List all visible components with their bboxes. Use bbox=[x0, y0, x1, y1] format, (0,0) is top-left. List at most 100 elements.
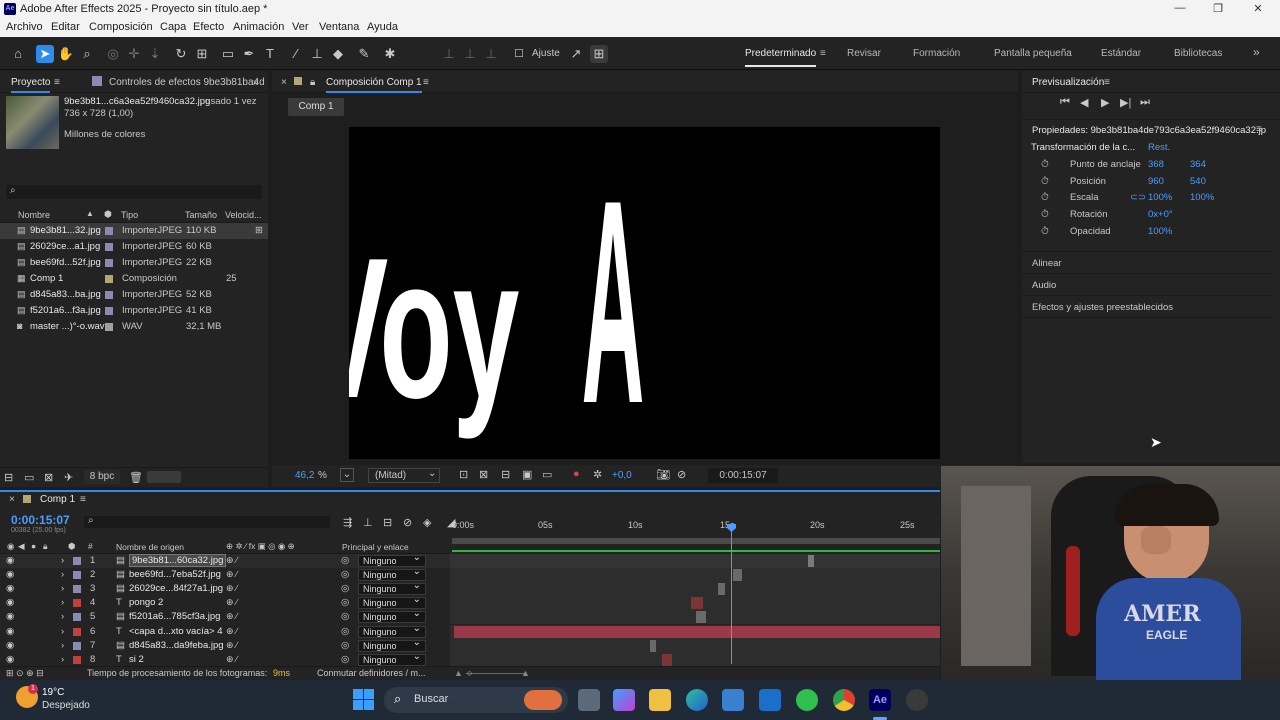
eraser-tool-icon[interactable]: ◆ bbox=[329, 45, 347, 63]
layer-name[interactable]: 9be3b81...60ca32.jpg bbox=[129, 554, 227, 567]
timeline-timecode[interactable]: 0:00:15:07 bbox=[11, 513, 70, 527]
pick-whip-icon[interactable]: ◎ bbox=[341, 569, 349, 580]
whatsapp-icon[interactable] bbox=[796, 689, 818, 711]
pick-whip-icon[interactable]: ◎ bbox=[341, 611, 349, 622]
previous-frame-button[interactable]: ◀ bbox=[1080, 96, 1088, 109]
composition-canvas[interactable]: Voy A bbox=[308, 127, 940, 464]
stopwatch-icon[interactable]: ⏱ bbox=[1041, 159, 1049, 170]
menu-composicion[interactable]: Composición bbox=[89, 21, 153, 33]
next-frame-button[interactable]: ▶| bbox=[1120, 96, 1131, 109]
workspace-formacion[interactable]: Formación bbox=[913, 48, 960, 59]
layer-name[interactable]: f5201a6...785cf3a.jpg bbox=[129, 611, 220, 622]
copilot-icon[interactable] bbox=[613, 689, 635, 711]
snap-grid-icon[interactable]: ⊞ bbox=[590, 45, 608, 63]
label-column-icon[interactable]: ⬢ bbox=[104, 209, 112, 220]
project-item[interactable]: ▦ Comp 1 Composición 25 bbox=[0, 271, 268, 287]
timeline-layer-row[interactable]: ◉ › 3 ▤ 26029ce...84f27a1.jpg ⊕ ∕ ◎ Ninguno bbox=[0, 581, 940, 597]
selection-tool-icon[interactable]: ➤ bbox=[36, 45, 54, 63]
eye-icon[interactable]: ◉ bbox=[6, 583, 14, 594]
work-area-bar[interactable] bbox=[452, 538, 940, 544]
project-item[interactable]: ▤ 9be3b81...32.jpg ImporterJPEG 110 KB ⊞ bbox=[0, 223, 268, 239]
solo-switch-icon[interactable]: ● bbox=[31, 541, 36, 551]
property-value-2[interactable]: 364 bbox=[1190, 159, 1206, 170]
layer-name[interactable]: si 2 bbox=[129, 654, 144, 665]
transform-section-label[interactable]: Transformación de la c... bbox=[1031, 142, 1135, 153]
pick-whip-icon[interactable]: ◎ bbox=[341, 583, 349, 594]
properties-menu-icon[interactable]: ≡ bbox=[1256, 124, 1262, 135]
label-color-swatch[interactable] bbox=[105, 259, 113, 267]
layer-switches-icon[interactable]: ⊕ ∕ bbox=[226, 626, 238, 637]
timeline-layer-row[interactable]: ◉ › 2 ▤ bee69fd...7eba52f.jpg ⊕ ∕ ◎ Ninguno bbox=[0, 567, 940, 583]
switches-columns-icon[interactable]: ⊕ ✲ ∕ fx ▣ ◎ ◉ ⊕ bbox=[226, 541, 295, 552]
recording-app-icon[interactable] bbox=[906, 689, 928, 711]
thumbnail-slider[interactable] bbox=[147, 471, 181, 483]
chrome-icon[interactable] bbox=[833, 689, 855, 711]
layer-duration-bar[interactable] bbox=[808, 555, 815, 567]
grid-guides-icon[interactable]: ▣ bbox=[522, 468, 532, 481]
timeline-layer-row[interactable]: ◉ › 4 Tpongo 2 ⊕ ∕ ◎ Ninguno bbox=[0, 595, 940, 611]
column-name[interactable]: Nombre bbox=[18, 210, 50, 220]
panel-overflow-icon[interactable]: » bbox=[253, 77, 259, 88]
layer-name[interactable]: bee69fd...7eba52f.jpg bbox=[129, 569, 221, 580]
frame-blending-icon[interactable]: ⊘ bbox=[403, 516, 412, 529]
color-channels-icon[interactable]: ● bbox=[573, 468, 580, 480]
timeline-layer-row[interactable]: ◉ › 7 ▤ d845a83...da9feba.jpg ⊕ ∕ ◎ Ninguno bbox=[0, 638, 940, 653]
clone-stamp-icon[interactable]: ⊥ bbox=[308, 45, 326, 63]
expand-chevron-icon[interactable]: › bbox=[61, 597, 64, 608]
zoom-tool-icon[interactable]: ⌕ bbox=[78, 45, 96, 63]
layer-switches-icon[interactable]: ⊕ ∕ bbox=[226, 611, 238, 622]
timeline-zoom-slider[interactable] bbox=[466, 673, 526, 674]
eye-icon[interactable]: ◉ bbox=[6, 597, 14, 608]
layer-duration-bar[interactable] bbox=[454, 625, 940, 638]
layer-switches-icon[interactable]: ⊕ ∕ bbox=[226, 583, 238, 594]
timeline-menu-icon[interactable]: ≡ bbox=[80, 494, 86, 505]
parent-column[interactable]: Principal y enlace bbox=[342, 542, 409, 552]
snap-checkbox[interactable]: ☐ bbox=[510, 45, 528, 63]
menu-ventana[interactable]: Ventana bbox=[319, 21, 359, 33]
home-icon[interactable]: ⌂ bbox=[9, 45, 27, 63]
label-column-icon[interactable]: ⬢ bbox=[68, 541, 75, 552]
new-folder-icon[interactable]: ▭ bbox=[24, 471, 34, 484]
file-explorer-icon[interactable] bbox=[649, 689, 671, 711]
menu-ayuda[interactable]: Ayuda bbox=[367, 21, 398, 33]
menu-editar[interactable]: Editar bbox=[51, 21, 80, 33]
expand-chevron-icon[interactable]: › bbox=[61, 640, 64, 651]
layer-label-swatch[interactable] bbox=[73, 585, 81, 594]
tab-project[interactable]: Proyecto bbox=[11, 77, 51, 93]
pick-whip-icon[interactable]: ◎ bbox=[341, 555, 349, 566]
column-speed[interactable]: Velocid... bbox=[225, 210, 262, 220]
stopwatch-icon[interactable]: ⏱ bbox=[1041, 209, 1049, 220]
property-value-1[interactable]: 0x+0° bbox=[1148, 209, 1173, 220]
microsoft-store-icon[interactable] bbox=[722, 689, 744, 711]
timeline-layer-row[interactable]: ◉ › 8 Tsi 2 ⊕ ∕ ◎ Ninguno bbox=[0, 652, 940, 667]
layer-name[interactable]: <capa d...xto vacía> 4 bbox=[129, 626, 222, 637]
label-color-swatch[interactable] bbox=[105, 291, 113, 299]
project-menu-icon[interactable]: ≡ bbox=[54, 77, 60, 88]
layer-switches-icon[interactable]: ⊕ ∕ bbox=[226, 597, 238, 608]
tab-composition[interactable]: Composición Comp 1 bbox=[326, 77, 422, 93]
region-of-interest-icon[interactable]: ⊡ bbox=[459, 468, 468, 481]
label-color-swatch[interactable] bbox=[105, 243, 113, 251]
view-axis-icon[interactable]: ⊥ bbox=[482, 45, 500, 63]
hand-tool-icon[interactable]: ✋ bbox=[57, 45, 75, 63]
zoom-value[interactable]: 46,2 bbox=[295, 470, 314, 481]
dolly-camera-icon[interactable]: ⇣ bbox=[146, 45, 164, 63]
preview-menu-icon[interactable]: ≡ bbox=[1104, 77, 1110, 88]
weather-desc[interactable]: Despejado bbox=[42, 700, 90, 711]
transparency-grid-icon[interactable]: ⊠ bbox=[479, 468, 488, 481]
property-value-2[interactable]: 540 bbox=[1190, 176, 1206, 187]
align-section[interactable]: Alinear bbox=[1032, 258, 1062, 269]
time-ruler[interactable]: 0:00s 05s 10s 15s 20s 25s bbox=[452, 520, 940, 536]
anchor-point-tool-icon[interactable]: ⊞ bbox=[193, 45, 211, 63]
project-settings-icon[interactable]: ✈ bbox=[64, 471, 73, 484]
layer-label-swatch[interactable] bbox=[73, 557, 81, 565]
eye-icon[interactable]: ◉ bbox=[6, 611, 14, 622]
column-size[interactable]: Tamaño bbox=[185, 210, 217, 220]
label-color-swatch[interactable] bbox=[105, 275, 113, 283]
stopwatch-icon[interactable]: ⏱ bbox=[1041, 176, 1049, 187]
after-effects-taskbar-icon[interactable]: Ae bbox=[869, 689, 891, 711]
expand-chevron-icon[interactable]: › bbox=[61, 569, 64, 580]
last-frame-button[interactable]: ⏭ bbox=[1140, 96, 1150, 109]
new-composition-icon[interactable]: ⊠ bbox=[44, 471, 53, 484]
parent-dropdown[interactable]: Ninguno bbox=[358, 652, 426, 666]
